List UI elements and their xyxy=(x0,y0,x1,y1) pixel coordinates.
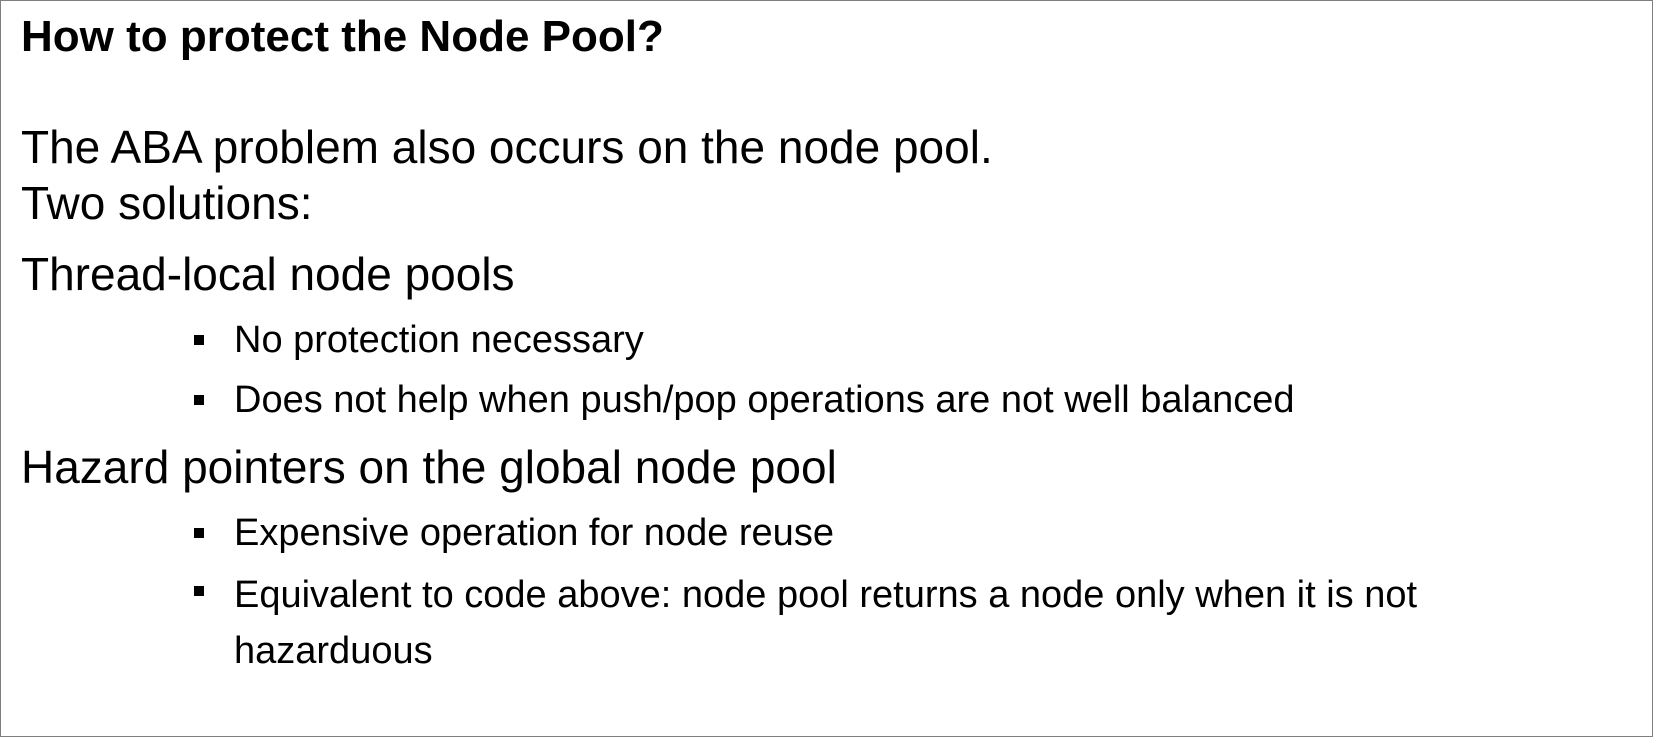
bullet-text: No protection necessary xyxy=(234,319,644,361)
bullet-item: No protection necessary xyxy=(194,316,644,364)
solution-heading-thread-local: Thread-local node pools xyxy=(21,248,515,300)
slide-title: How to protect the Node Pool? xyxy=(21,12,664,61)
bullet-item: Expensive operation for node reuse xyxy=(194,509,834,557)
bullet-item: Does not help when push/pop operations a… xyxy=(194,376,1295,424)
square-bullet-icon xyxy=(194,335,204,345)
bullet-text: Expensive operation for node reuse xyxy=(234,512,834,554)
intro-text: The ABA problem also occurs on the node … xyxy=(21,121,993,173)
square-bullet-icon xyxy=(194,528,204,538)
bullet-item: Equivalent to code above: node pool retu… xyxy=(194,567,1614,679)
bullet-text: Does not help when push/pop operations a… xyxy=(234,379,1295,421)
bullet-text: Equivalent to code above: node pool retu… xyxy=(234,574,1418,672)
slide: How to protect the Node Pool? The ABA pr… xyxy=(0,0,1653,737)
solution-heading-hazard-pointers: Hazard pointers on the global node pool xyxy=(21,441,837,493)
subheading-text: Two solutions: xyxy=(21,177,313,229)
square-bullet-icon xyxy=(194,395,204,405)
square-bullet-icon xyxy=(194,586,204,596)
